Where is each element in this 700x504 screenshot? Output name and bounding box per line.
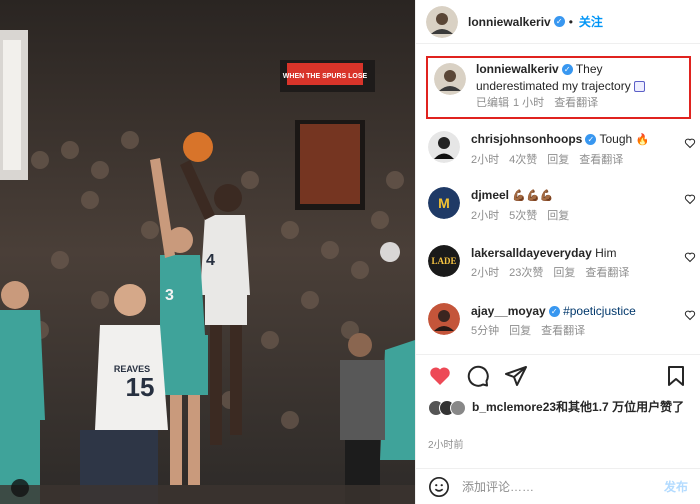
- heart-icon[interactable]: [684, 251, 696, 263]
- verified-icon: ✓: [553, 16, 565, 27]
- caption-time: 1 小时: [513, 97, 545, 109]
- commenter-avatar[interactable]: LADE: [428, 245, 460, 277]
- reply-button[interactable]: 回复: [553, 265, 575, 282]
- comment-text: Tough: [599, 132, 633, 146]
- commenter-avatar[interactable]: [428, 303, 460, 335]
- like-heart-icon[interactable]: [428, 364, 452, 388]
- comment-time: 5分钟: [471, 325, 500, 337]
- comment-time: 2小时: [471, 154, 500, 166]
- translate-link[interactable]: 查看翻译: [541, 323, 585, 340]
- comment-icon[interactable]: [466, 364, 490, 388]
- comment-item: M djmeel 💪🏾💪🏾💪🏾 2小时 5次赞 回复: [428, 187, 696, 225]
- edited-label: 已编辑: [476, 97, 509, 109]
- comment-text: Him: [595, 246, 617, 260]
- comment-time: 2小时: [471, 210, 500, 222]
- comment-likes[interactable]: 5次赞: [509, 208, 537, 225]
- comment-item: ajay__moyay ✓ #poeticjustice 5分钟 回复 查看翻译: [428, 303, 696, 340]
- publish-button[interactable]: 发布: [664, 478, 688, 495]
- verified-icon: ✓: [561, 64, 573, 76]
- comment-username[interactable]: chrisjohnsonhoops: [471, 132, 582, 146]
- emoji-icon[interactable]: [428, 476, 450, 498]
- reply-button[interactable]: 回复: [547, 152, 569, 169]
- reply-button[interactable]: 回复: [547, 208, 569, 225]
- author-username[interactable]: lonniewalkeriv: [468, 15, 551, 29]
- basketball-photo: WHEN THE SPURS LOSE 4 3 REAVES 15: [0, 0, 415, 504]
- user-tag-icon[interactable]: [11, 479, 29, 497]
- hashtag-link[interactable]: #poeticjustice: [563, 304, 636, 318]
- commenter-avatar[interactable]: [428, 131, 460, 163]
- comment-time: 2小时: [471, 267, 500, 279]
- comment-item: LADE lakersalldayeveryday Him 2小时 23次赞 回…: [428, 245, 696, 282]
- fire-emoji: 🔥: [635, 134, 650, 146]
- post-header: lonniewalkeriv ✓ • 关注: [416, 0, 700, 44]
- comment-username[interactable]: djmeel: [471, 188, 509, 202]
- verified-icon: ✓: [548, 306, 560, 318]
- bookmark-icon[interactable]: [664, 364, 688, 388]
- svg-text:LADE: LADE: [431, 256, 456, 266]
- translate-link[interactable]: 查看翻译: [579, 152, 623, 169]
- arena-sign-text: WHEN THE SPURS LOSE: [283, 73, 368, 80]
- liker-avatars[interactable]: [428, 400, 466, 416]
- comment-item: chrisjohnsonhoops ✓ Tough 🔥 2小时 4次赞 回复 查看…: [428, 131, 696, 169]
- post-panel: lonniewalkeriv ✓ • 关注 lonniewalkeriv ✓ Th…: [415, 0, 700, 504]
- verified-icon: ✓: [585, 134, 597, 146]
- basketball: [183, 132, 213, 162]
- separator-dot: •: [568, 14, 573, 29]
- custom-emoji-icon: [634, 81, 646, 93]
- caption-translate-link[interactable]: 查看翻译: [554, 95, 598, 112]
- author-avatar[interactable]: [426, 5, 458, 38]
- heart-icon[interactable]: [684, 309, 696, 321]
- likes-text[interactable]: b_mclemore23和其他1.7 万位用户赞了: [472, 400, 684, 415]
- jersey-number-front: 15: [126, 372, 155, 402]
- heart-icon[interactable]: [684, 193, 696, 205]
- translate-link[interactable]: 查看翻译: [585, 265, 629, 282]
- follow-button[interactable]: 关注: [579, 13, 603, 30]
- comment-input[interactable]: [462, 479, 664, 494]
- svg-text:M: M: [438, 195, 450, 211]
- muscle-emoji: 💪🏾💪🏾💪🏾: [512, 190, 554, 202]
- jersey-number-white: 4: [206, 252, 215, 269]
- reply-button[interactable]: 回复: [509, 323, 531, 340]
- add-comment-bar: 发布: [416, 468, 700, 504]
- comment-likes[interactable]: 23次赞: [509, 265, 543, 282]
- likes-summary: b_mclemore23和其他1.7 万位用户赞了: [428, 400, 688, 416]
- action-bar: [428, 362, 688, 390]
- post-timestamp[interactable]: 2小时前: [428, 436, 464, 451]
- share-icon[interactable]: [504, 364, 528, 388]
- jersey-number-green: 3: [165, 287, 174, 304]
- heart-icon[interactable]: [684, 137, 696, 149]
- comment-likes[interactable]: 4次赞: [509, 152, 537, 169]
- caption-highlight: lonniewalkeriv ✓ They underestimated my t…: [426, 56, 691, 119]
- caption-username[interactable]: lonniewalkeriv: [476, 62, 559, 76]
- divider: [416, 354, 700, 355]
- commenter-avatar[interactable]: M: [428, 187, 460, 219]
- post-photo[interactable]: WHEN THE SPURS LOSE 4 3 REAVES 15: [0, 0, 415, 504]
- comment-username[interactable]: ajay__moyay: [471, 304, 546, 318]
- caption-avatar[interactable]: [434, 63, 466, 95]
- comment-username[interactable]: lakersalldayeveryday: [471, 246, 592, 260]
